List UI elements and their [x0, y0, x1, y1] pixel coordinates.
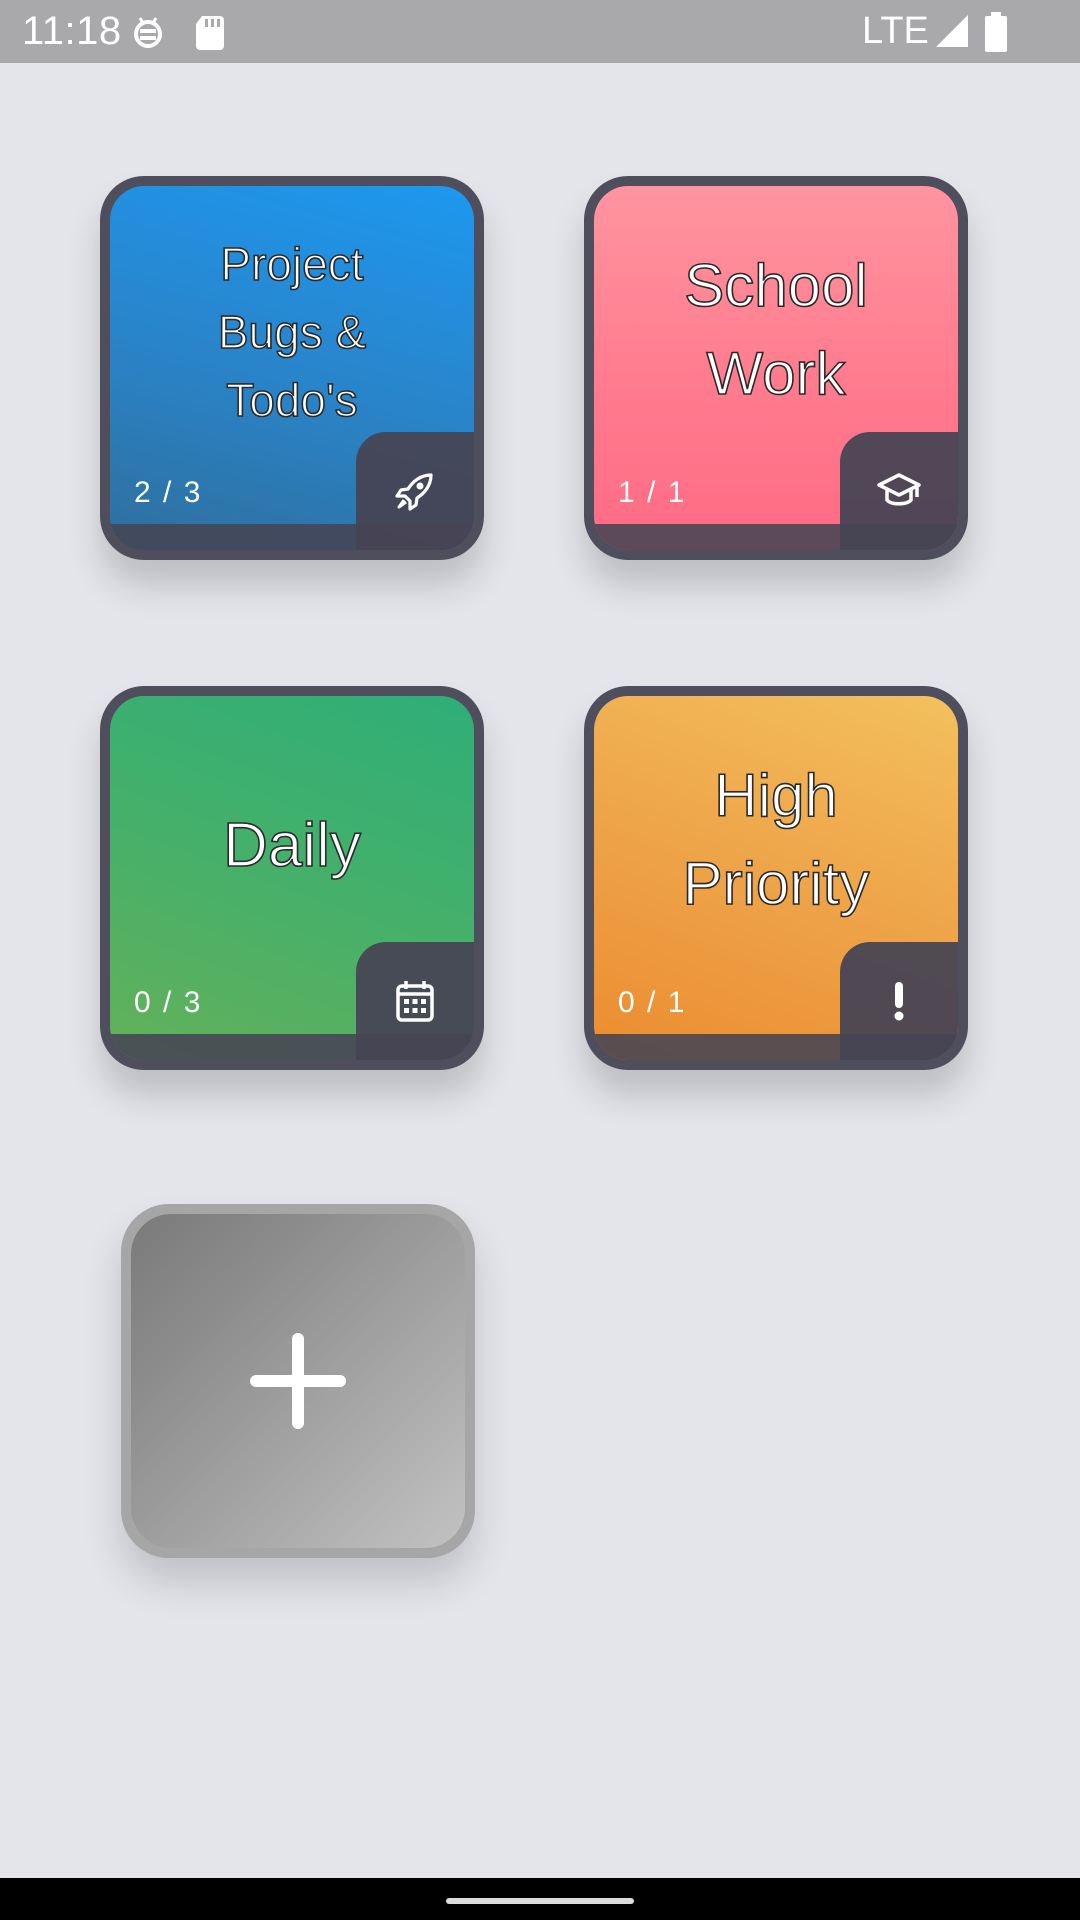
plus-icon [250, 1333, 346, 1429]
category-tile-daily[interactable]: Daily 0 / 3 [100, 686, 484, 1070]
tile-count: 2 / 3 [134, 476, 203, 509]
status-bar: 11:18 LTE [0, 0, 1080, 63]
tile-count: 0 / 1 [618, 986, 687, 1019]
tile-icon-badge [356, 432, 474, 550]
home-gesture-handle[interactable] [446, 1898, 634, 1904]
tile-title: Project Bugs & Todo's [217, 237, 367, 427]
app-screen: 11:18 LTE Project Bugs & Todo's 2 / 3 Sc… [0, 0, 1080, 1920]
tile-title: Daily [222, 810, 361, 881]
add-category-button[interactable] [121, 1204, 475, 1558]
signal-icon [936, 15, 968, 47]
graduation-cap-icon [877, 473, 921, 506]
category-tile-project-bugs[interactable]: Project Bugs & Todo's 2 / 3 [100, 176, 484, 560]
tile-title: High Priority [682, 761, 870, 918]
debug-icon [134, 17, 162, 48]
network-type: LTE [862, 10, 929, 52]
tile-background: School Work 1 / 1 [594, 186, 958, 550]
rocket-icon [395, 473, 433, 511]
category-tile-school-work[interactable]: School Work 1 / 1 [584, 176, 968, 560]
category-tile-high-priority[interactable]: High Priority 0 / 1 [584, 686, 968, 1070]
exclamation-icon [894, 982, 904, 1021]
tile-title: School Work [683, 251, 868, 408]
status-time: 11:18 [22, 9, 122, 53]
tile-icon-badge [840, 432, 958, 550]
tile-count: 1 / 1 [618, 476, 687, 509]
tile-icon-badge [356, 942, 474, 1060]
add-tile-background [131, 1214, 465, 1548]
sd-card-icon [196, 16, 224, 50]
tile-count: 0 / 3 [134, 986, 203, 1019]
tile-background: High Priority 0 / 1 [594, 696, 958, 1060]
tile-background: Daily 0 / 3 [110, 696, 474, 1060]
tile-icon-badge [840, 942, 958, 1060]
battery-icon [985, 12, 1007, 52]
calendar-icon [396, 981, 434, 1022]
tile-background: Project Bugs & Todo's 2 / 3 [110, 186, 474, 550]
